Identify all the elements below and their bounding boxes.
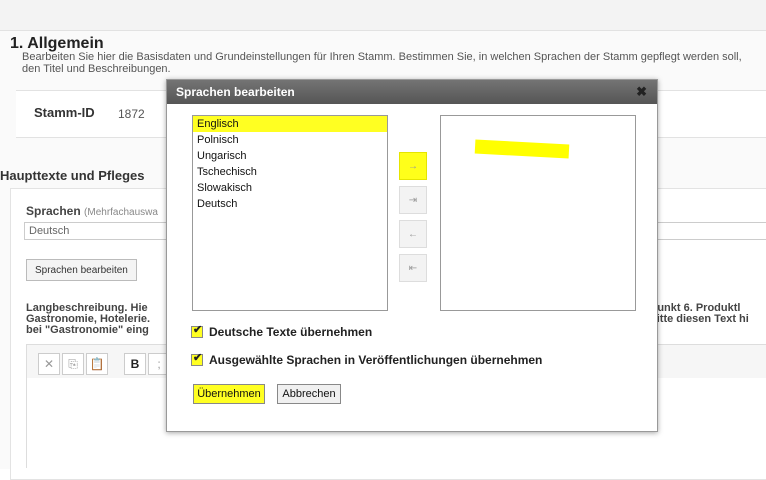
list-item[interactable]: Polnisch xyxy=(193,132,387,148)
list-item[interactable]: Slowakisch xyxy=(193,180,387,196)
list-item[interactable]: Tschechisch xyxy=(193,164,387,180)
veroeffentlichungen-row[interactable]: Ausgewählte Sprachen in Veröffentlichung… xyxy=(191,351,543,367)
stamm-id-value: 1872 xyxy=(118,107,145,121)
sprachen-dialog: Sprachen bearbeiten ✖ Englisch Polnisch … xyxy=(166,79,658,432)
section-description: Bearbeiten Sie hier die Basisdaten und G… xyxy=(22,51,742,75)
sprachen-bearbeiten-button[interactable]: Sprachen bearbeiten xyxy=(26,259,137,281)
langbeschreibung-line-3: bei "Gastronomie" eing xyxy=(26,324,149,336)
veroeffentlichungen-checkbox[interactable] xyxy=(191,351,203,366)
sprachen-hint: (Mehrfachauswa xyxy=(84,207,158,218)
punkt-text: Punkt 6. Produktl bitte diesen Text hi xyxy=(650,303,766,325)
close-icon[interactable]: ✖ xyxy=(636,84,647,100)
list-item[interactable]: Deutsch xyxy=(193,196,387,212)
paste-icon[interactable]: 📋 xyxy=(86,353,108,375)
move-all-right-icon[interactable]: ⇥ xyxy=(399,186,427,214)
top-bar xyxy=(0,0,766,30)
cut-icon[interactable]: ✕ xyxy=(38,353,60,375)
dialog-title: Sprachen bearbeiten xyxy=(167,80,657,104)
langbeschreibung-text: Langbeschreibung. Hie Gastronomie, Hotel… xyxy=(26,303,186,336)
deutsche-texte-row[interactable]: Deutsche Texte übernehmen xyxy=(191,323,373,339)
punkt-line-2: bitte diesen Text hi xyxy=(650,313,749,325)
abbrechen-button[interactable]: Abbrechen xyxy=(277,384,341,404)
available-languages-list[interactable]: Englisch Polnisch Ungarisch Tschechisch … xyxy=(192,115,388,311)
uebernehmen-button[interactable]: Übernehmen xyxy=(193,384,265,404)
list-item[interactable]: Englisch xyxy=(193,116,387,132)
move-all-left-icon[interactable]: ⇤ xyxy=(399,254,427,282)
bold-button[interactable]: B xyxy=(124,353,146,375)
haupttexte-heading: Haupttexte und Pfleges xyxy=(0,168,145,183)
copy-icon[interactable]: ⎘ xyxy=(62,353,84,375)
list-item[interactable]: Ungarisch xyxy=(193,148,387,164)
deutsche-texte-checkbox[interactable] xyxy=(191,323,203,338)
deutsche-texte-label: Deutsche Texte übernehmen xyxy=(209,325,373,339)
stamm-id-label: Stamm-ID xyxy=(34,105,95,120)
move-left-icon[interactable]: ← xyxy=(399,220,427,248)
sprachen-label-text: Sprachen xyxy=(26,204,81,218)
move-right-icon[interactable]: → xyxy=(399,152,427,180)
veroeffentlichungen-label: Ausgewählte Sprachen in Veröffentlichung… xyxy=(209,353,543,367)
sprachen-label: Sprachen (Mehrfachauswa xyxy=(26,204,158,218)
